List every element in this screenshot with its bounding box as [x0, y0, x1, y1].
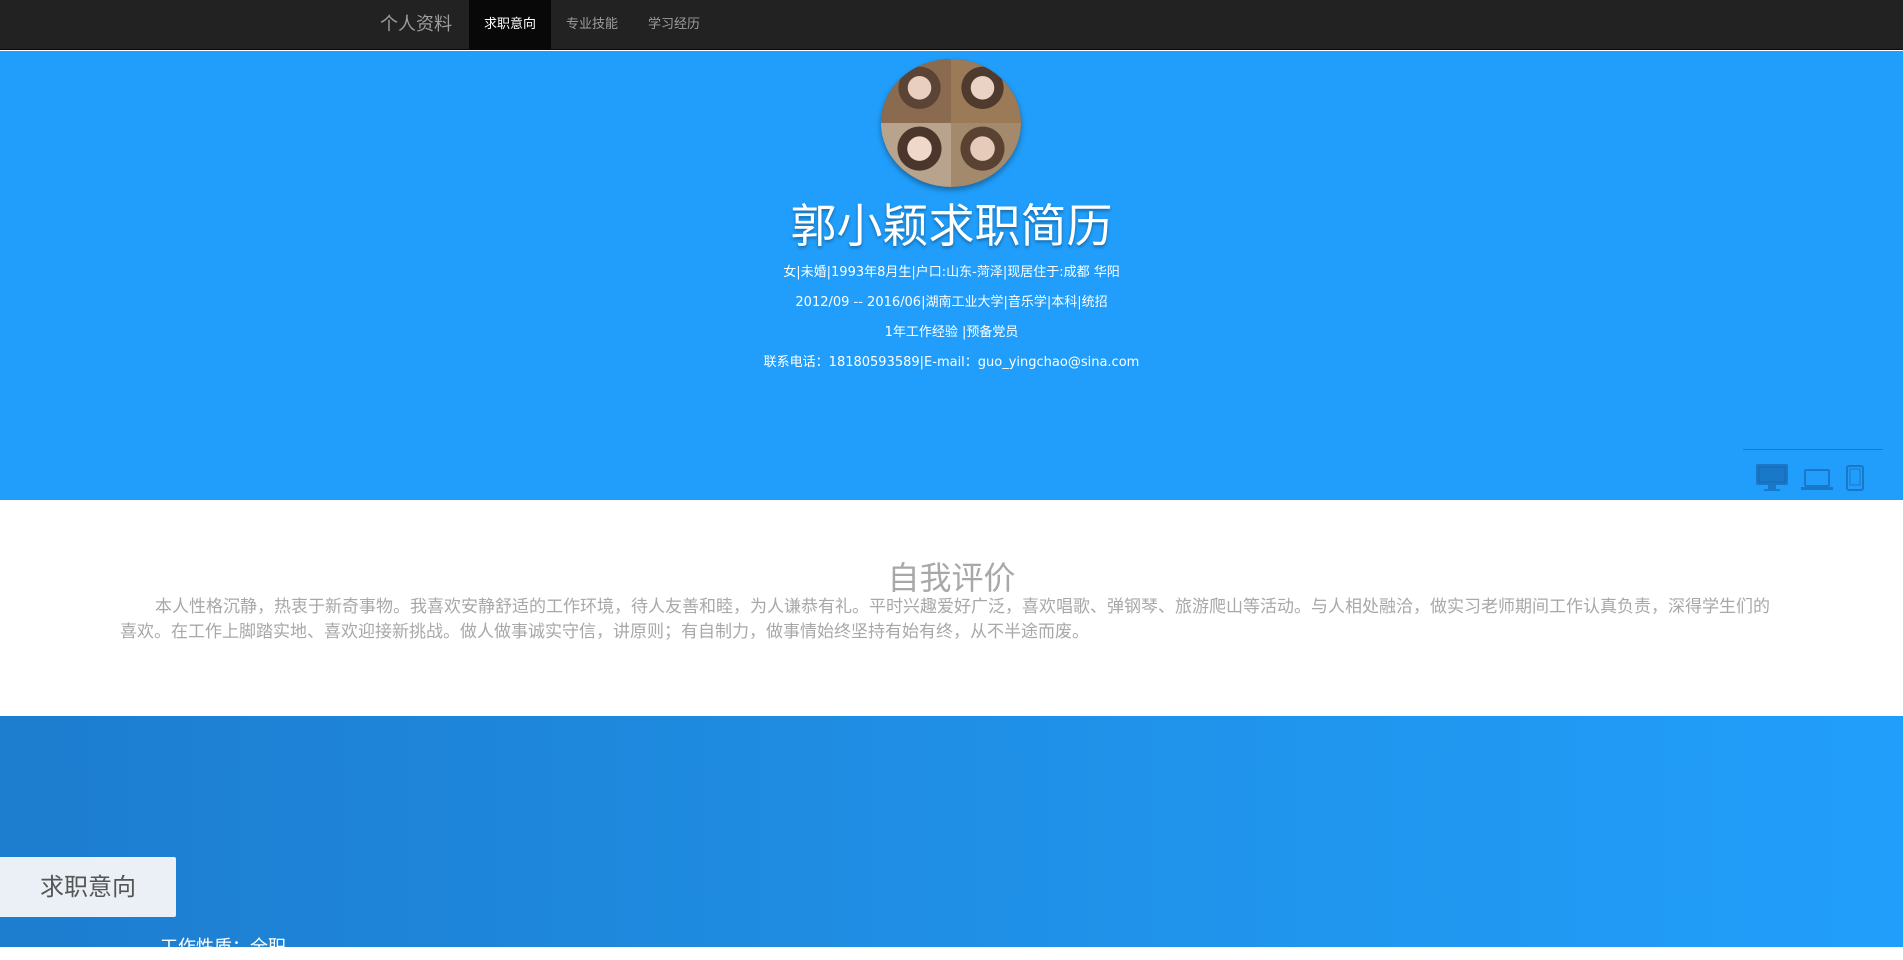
- job-intention-section: 求职意向 工作性质：全职: [0, 716, 1903, 958]
- resume-header: 郭小颖求职简历 女|未婚|1993年8月生|户口:山东-菏泽|现居住于:成都 华…: [0, 51, 1903, 500]
- avatar: [881, 59, 1021, 187]
- tablet-icon[interactable]: [1845, 465, 1865, 495]
- contact-info-line: 联系电话：18180593589|E-mail：guo_yingchao@sin…: [763, 355, 1140, 370]
- experience-info-line: 1年工作经验 |预备党员: [884, 325, 1019, 340]
- nav-item-job-intention[interactable]: 求职意向: [469, 0, 552, 50]
- self-evaluation-text: 本人性格沉静，热衷于新奇事物。我喜欢安静舒适的工作环境，待人友善和睦，为人谦恭有…: [120, 597, 1770, 642]
- self-evaluation-section: 自我评价 本人性格沉静，热衷于新奇事物。我喜欢安静舒适的工作环境，待人友善和睦，…: [0, 500, 1903, 716]
- top-navbar: 个人资料 求职意向 专业技能 学习经历: [0, 0, 1903, 50]
- device-switcher-divider: [1743, 449, 1883, 450]
- navbar-brand[interactable]: 个人资料: [380, 0, 452, 50]
- navbar-menu: 求职意向 专业技能 学习经历: [469, 0, 715, 50]
- resume-title: 郭小颖求职简历: [790, 199, 1113, 253]
- education-info-line: 2012/09 -- 2016/06|湖南工业大学|音乐学|本科|统招: [795, 295, 1108, 310]
- nav-item-skills[interactable]: 专业技能: [551, 0, 633, 50]
- laptop-icon[interactable]: [1801, 468, 1833, 496]
- personal-info-line: 女|未婚|1993年8月生|户口:山东-菏泽|现居住于:成都 华阳: [783, 265, 1120, 280]
- job-intention-label: 求职意向: [0, 857, 176, 917]
- nav-item-education[interactable]: 学习经历: [633, 0, 715, 50]
- job-nature-text: 工作性质：全职: [160, 937, 286, 958]
- desktop-icon[interactable]: [1755, 463, 1789, 497]
